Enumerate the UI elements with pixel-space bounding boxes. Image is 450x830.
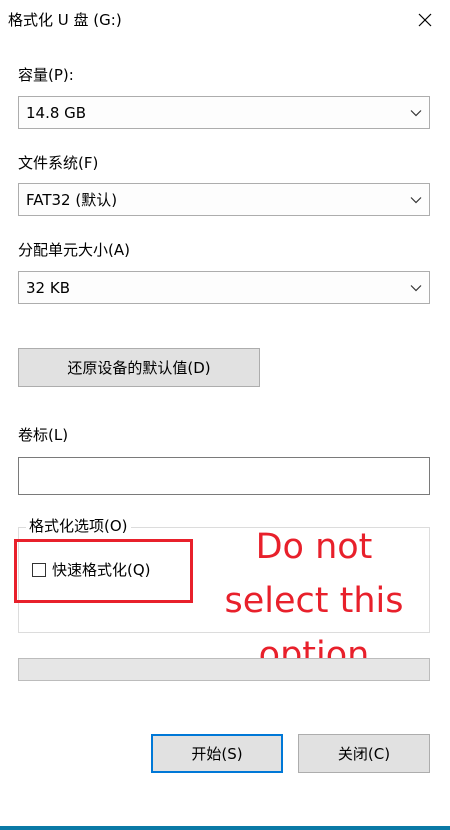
restore-defaults-button[interactable]: 还原设备的默认值(D): [18, 348, 260, 387]
window-title: 格式化 U 盘 (G:): [8, 11, 122, 29]
close-x-icon: [418, 13, 432, 27]
volume-label-label: 卷标(L): [18, 426, 69, 444]
annotation-highlight-box: [14, 539, 193, 603]
chevron-down-icon: [403, 272, 429, 303]
chevron-down-icon: [403, 97, 429, 128]
filesystem-select[interactable]: FAT32 (默认): [18, 183, 430, 216]
close-button[interactable]: [404, 2, 446, 38]
annotation-line-1: Do not: [255, 527, 373, 567]
capacity-value: 14.8 GB: [26, 103, 87, 122]
filesystem-value: FAT32 (默认): [26, 191, 118, 209]
capacity-select[interactable]: 14.8 GB: [18, 96, 430, 129]
filesystem-label: 文件系统(F): [18, 154, 99, 172]
allocation-value: 32 KB: [26, 278, 70, 297]
chevron-down-icon: [403, 184, 429, 215]
bottom-accent-bar: [0, 826, 450, 830]
allocation-select[interactable]: 32 KB: [18, 271, 430, 304]
start-button[interactable]: 开始(S): [151, 734, 283, 773]
close-dialog-button[interactable]: 关闭(C): [298, 734, 430, 773]
allocation-label: 分配单元大小(A): [18, 241, 130, 259]
capacity-label: 容量(P):: [18, 66, 74, 84]
annotation-line-2: select this: [224, 581, 404, 621]
format-progress-bar: [18, 658, 430, 681]
format-options-label: 格式化选项(O): [26, 515, 131, 536]
volume-label-input[interactable]: [18, 457, 430, 495]
